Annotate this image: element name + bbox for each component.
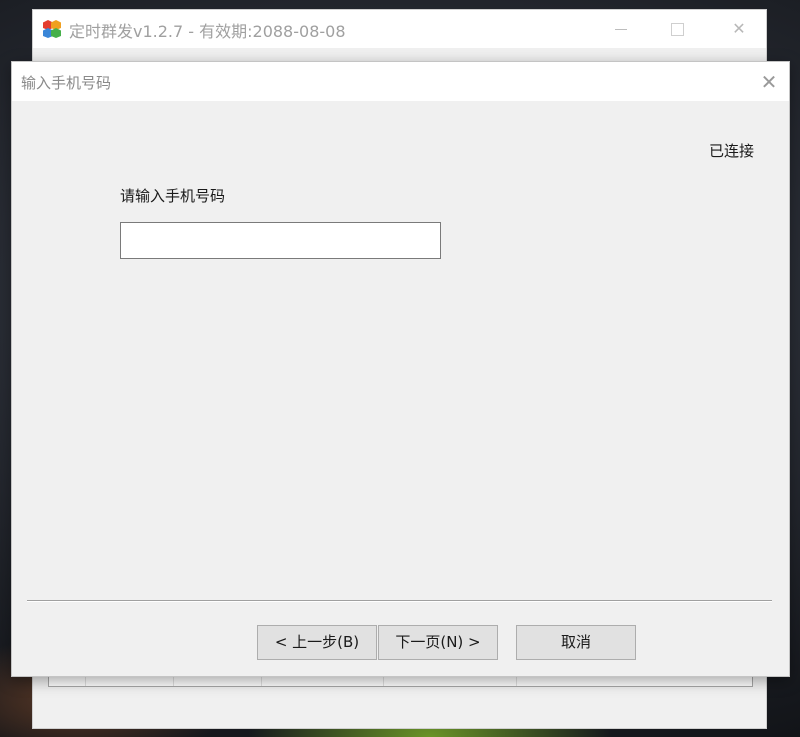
button-separator [27,600,772,602]
connection-status: 已连接 [709,142,755,160]
phone-label: 请输入手机号码 [120,187,226,205]
app-cubes-icon [43,20,61,38]
maximize-button[interactable] [654,14,700,44]
main-close-button[interactable]: ✕ [716,14,762,44]
dialog-close-button[interactable]: ✕ [757,70,781,94]
main-titlebar[interactable]: 定时群发v1.2.7 - 有效期:2088-08-08 ✕ [33,10,766,48]
cancel-button[interactable]: 取消 [516,625,636,660]
prev-step-button[interactable]: < 上一步(B) [257,625,377,660]
main-window-title: 定时群发v1.2.7 - 有效期:2088-08-08 [69,22,346,41]
phone-number-input[interactable] [120,222,441,259]
dialog-title: 输入手机号码 [21,74,112,92]
next-page-button[interactable]: 下一页(N) > [378,625,498,660]
phone-input-dialog: 输入手机号码 ✕ 已连接 请输入手机号码 < 上一步(B) 下一页(N) > 取… [11,61,790,677]
close-icon: ✕ [760,70,778,94]
minimize-icon [615,29,627,30]
close-icon: ✕ [732,19,746,38]
maximize-icon [670,23,684,36]
dialog-titlebar[interactable]: 输入手机号码 ✕ [12,62,789,101]
minimize-button[interactable] [598,14,644,44]
